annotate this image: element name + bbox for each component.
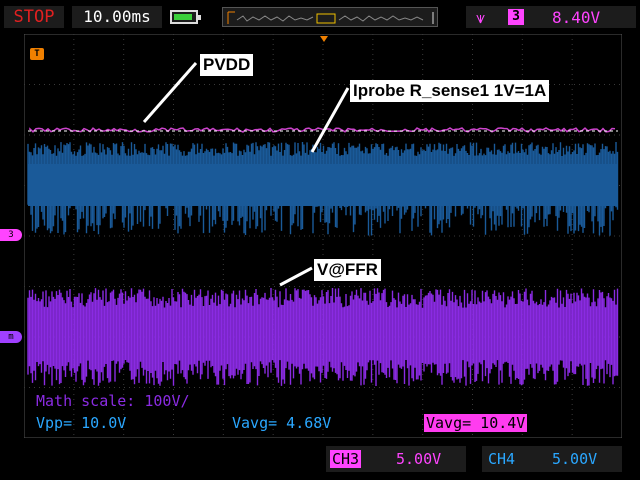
label-pvdd: PVDD — [200, 54, 254, 76]
ch4-label: CH4 — [488, 450, 516, 468]
vavg-ch3-measurement: Vavg= 10.4V — [424, 414, 528, 432]
math-scale-readout: Math scale: 100V/ — [36, 392, 190, 410]
ch3-label: CH3 — [330, 450, 362, 468]
ch4-settings[interactable]: CH4 5.00V — [482, 446, 622, 472]
ch3-scale: 5.00V — [396, 450, 442, 468]
vavg-ch4-measurement: Vavg= 4.68V — [232, 414, 332, 432]
vpp-measurement: Vpp= 10.0V — [36, 414, 127, 432]
ch3-settings[interactable]: CH3 5.00V — [326, 446, 466, 472]
ch4-scale: 5.00V — [552, 450, 598, 468]
label-iprobe: Iprobe R_sense1 1V=1A — [350, 80, 550, 102]
label-vffr: V@FFR — [314, 259, 381, 281]
